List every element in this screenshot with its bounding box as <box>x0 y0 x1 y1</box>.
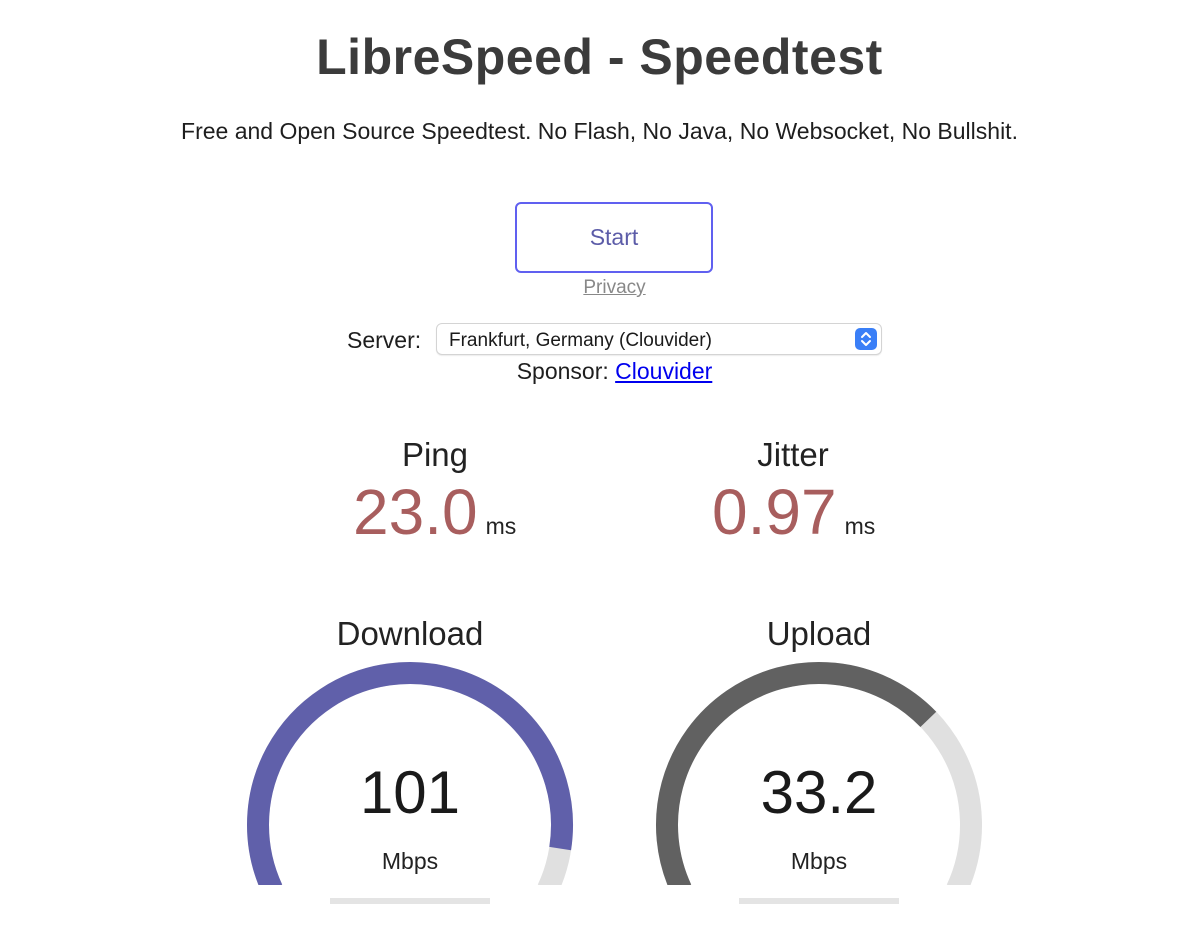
jitter-unit: ms <box>844 513 876 539</box>
sponsor-row: Sponsor: Clouvider <box>0 358 1199 385</box>
server-label: Server: <box>347 327 422 353</box>
chevron-updown-icon <box>855 328 877 350</box>
page-title: LibreSpeed - Speedtest <box>316 29 883 85</box>
sponsor-link[interactable]: Clouvider <box>615 358 712 384</box>
page-subtitle: Free and Open Source Speedtest. No Flash… <box>181 118 1018 144</box>
ping-value: 23.0 <box>353 476 478 548</box>
jitter-value: 0.97 <box>712 476 837 548</box>
download-value: 101 <box>359 759 461 826</box>
download-label: Download <box>336 615 484 652</box>
server-select[interactable]: Frankfurt, Germany (Clouvider) <box>436 323 882 355</box>
upload-value: 33.2 <box>760 759 878 826</box>
download-unit: Mbps <box>381 848 439 874</box>
ping-readout: 23.0 ms <box>353 475 516 549</box>
jitter-readout: 0.97 ms <box>712 475 875 549</box>
upload-progress-bar <box>739 898 899 904</box>
sponsor-label: Sponsor: <box>516 358 609 384</box>
download-progress-bar <box>330 898 490 904</box>
ping-label: Ping <box>401 436 469 473</box>
jitter-label: Jitter <box>757 436 829 473</box>
ping-unit: ms <box>485 513 517 539</box>
start-button[interactable]: Start <box>515 202 713 273</box>
upload-unit: Mbps <box>790 848 848 874</box>
server-selected-value: Frankfurt, Germany (Clouvider) <box>449 330 712 351</box>
upload-label: Upload <box>766 615 872 652</box>
privacy-link[interactable]: Privacy <box>0 277 1199 299</box>
